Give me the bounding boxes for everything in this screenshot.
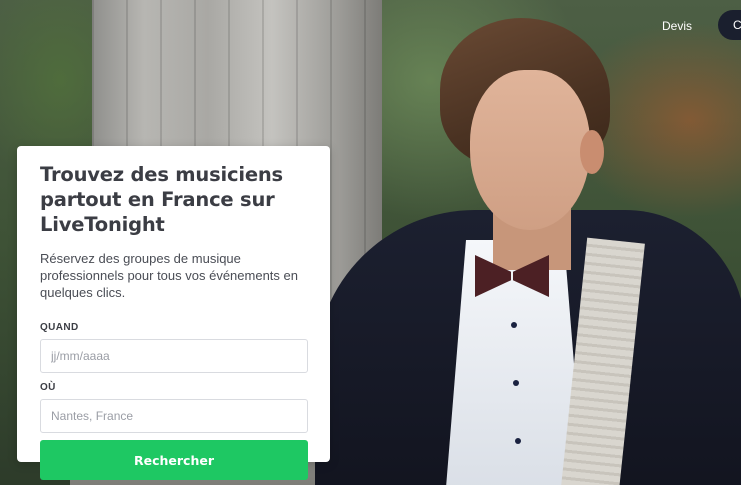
shirt-stud	[513, 380, 519, 386]
shirt-stud	[515, 438, 521, 444]
search-card-title: Trouvez des musiciens partout en France …	[40, 163, 283, 236]
bow-tie	[475, 255, 549, 297]
person-face	[470, 70, 590, 230]
search-card: Trouvez des musiciens partout en France …	[17, 146, 330, 480]
when-label: QUAND	[40, 322, 79, 333]
nav-devis-link[interactable]: Devis	[662, 14, 692, 38]
search-card-subtitle: Réservez des groupes de musique professi…	[40, 251, 298, 300]
shirt-stud	[511, 322, 517, 328]
location-input[interactable]	[40, 399, 308, 433]
date-input[interactable]	[40, 339, 308, 373]
where-label: OÙ	[40, 382, 56, 393]
nav-connexion-button[interactable]: Connexion	[718, 10, 741, 40]
search-button[interactable]: Rechercher	[40, 440, 308, 480]
person-ear	[580, 130, 604, 174]
